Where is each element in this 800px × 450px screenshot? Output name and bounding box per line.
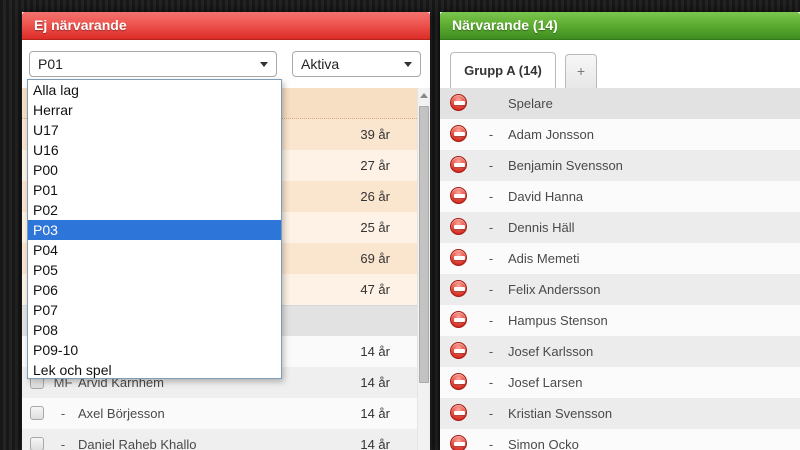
player-name: Benjamin Svensson	[508, 150, 623, 181]
team-select-value: P01	[38, 52, 63, 76]
present-panel-title: Närvarande (14)	[452, 17, 558, 33]
absent-panel-header: Ej närvarande	[22, 12, 430, 40]
absent-panel: Ej närvarande P01 Aktiva 39 år 27 år 26 …	[22, 12, 430, 450]
minus-icon[interactable]	[450, 218, 467, 235]
list-item[interactable]: - Kristian Svensson	[440, 398, 800, 429]
present-panel: Närvarande (14) Grupp A (14) + Spelare -…	[440, 12, 800, 450]
minus-icon[interactable]	[450, 404, 467, 421]
dropdown-option[interactable]: P08	[28, 320, 281, 340]
player-name: Hampus Stenson	[508, 305, 608, 336]
player-position: -	[484, 274, 498, 305]
player-name: Axel Börjesson	[78, 398, 165, 429]
chevron-down-icon	[404, 62, 412, 67]
age-value: 47 år	[360, 274, 390, 305]
status-select-value: Aktiva	[301, 52, 339, 76]
player-name: Felix Andersson	[508, 274, 601, 305]
age-value: 14 år	[360, 367, 390, 398]
player-name: David Hanna	[508, 181, 583, 212]
add-group-tab[interactable]: +	[565, 54, 597, 88]
table-row[interactable]: - Daniel Raheb Khallo 14 år	[22, 429, 417, 450]
player-position: -	[484, 367, 498, 398]
absent-panel-title: Ej närvarande	[34, 17, 127, 33]
minus-icon[interactable]	[450, 373, 467, 390]
dropdown-option[interactable]: P04	[28, 240, 281, 260]
present-list-header-label: Spelare	[508, 88, 553, 119]
list-item[interactable]: - David Hanna	[440, 181, 800, 212]
player-position: -	[484, 243, 498, 274]
age-value: 25 år	[360, 212, 390, 243]
age-value: 14 år	[360, 336, 390, 367]
player-name: Josef Karlsson	[508, 336, 593, 367]
list-item[interactable]: - Josef Karlsson	[440, 336, 800, 367]
dropdown-option[interactable]: P07	[28, 300, 281, 320]
player-name: Daniel Raheb Khallo	[78, 429, 197, 450]
minus-icon[interactable]	[450, 435, 467, 450]
status-filter-select[interactable]: Aktiva	[292, 51, 421, 77]
dropdown-option[interactable]: P02	[28, 200, 281, 220]
minus-icon[interactable]	[450, 187, 467, 204]
age-value: 39 år	[360, 119, 390, 150]
player-name: Josef Larsen	[508, 367, 582, 398]
player-position: -	[50, 398, 76, 429]
dropdown-option[interactable]: U16	[28, 140, 281, 160]
chevron-down-icon	[260, 62, 268, 67]
scroll-up-arrow-icon	[420, 93, 428, 98]
player-position: -	[484, 150, 498, 181]
player-name: Adis Memeti	[508, 243, 580, 274]
minus-icon[interactable]	[450, 280, 467, 297]
dropdown-option[interactable]: P01	[28, 180, 281, 200]
team-dropdown-list: Alla lag Herrar U17 U16 P00 P01 P02 P03 …	[27, 79, 282, 379]
team-select[interactable]: P01	[29, 51, 277, 77]
scrollbar-thumb[interactable]	[419, 106, 429, 383]
player-position: -	[484, 212, 498, 243]
player-position: -	[50, 429, 76, 450]
dropdown-option[interactable]: Lek och spel	[28, 360, 281, 380]
minus-icon[interactable]	[450, 342, 467, 359]
age-value: 27 år	[360, 150, 390, 181]
player-position: -	[484, 119, 498, 150]
list-item[interactable]: - Hampus Stenson	[440, 305, 800, 336]
present-panel-header: Närvarande (14)	[440, 12, 800, 40]
player-checkbox[interactable]	[30, 437, 44, 450]
tab-grupp-a[interactable]: Grupp A (14)	[450, 52, 556, 88]
minus-icon[interactable]	[450, 156, 467, 173]
age-value: 14 år	[360, 429, 390, 450]
list-item[interactable]: - Felix Andersson	[440, 274, 800, 305]
list-item[interactable]: - Simon Ocko	[440, 429, 800, 450]
minus-icon[interactable]	[450, 249, 467, 266]
scroll-up-button[interactable]	[418, 88, 430, 104]
player-name: Adam Jonsson	[508, 119, 594, 150]
minus-icon[interactable]	[450, 311, 467, 328]
list-item[interactable]: - Josef Larsen	[440, 367, 800, 398]
player-name: Dennis Häll	[508, 212, 574, 243]
list-item[interactable]: - Benjamin Svensson	[440, 150, 800, 181]
table-row[interactable]: - Axel Börjesson 14 år	[22, 398, 417, 429]
absent-list-scrollbar[interactable]	[417, 88, 430, 450]
dropdown-option[interactable]: Alla lag	[28, 80, 281, 100]
age-value: 14 år	[360, 398, 390, 429]
player-position: -	[484, 181, 498, 212]
list-item[interactable]: - Adam Jonsson	[440, 119, 800, 150]
player-position: -	[484, 305, 498, 336]
dropdown-option[interactable]: P06	[28, 280, 281, 300]
dropdown-option[interactable]: P00	[28, 160, 281, 180]
list-item[interactable]: - Adis Memeti	[440, 243, 800, 274]
age-value: 69 år	[360, 243, 390, 274]
dropdown-option-highlighted[interactable]: P03	[28, 220, 281, 240]
present-list-header-row: Spelare	[440, 88, 800, 119]
player-checkbox[interactable]	[30, 406, 44, 420]
player-position: -	[484, 398, 498, 429]
player-position: -	[484, 429, 498, 450]
minus-icon[interactable]	[450, 125, 467, 142]
player-name: Simon Ocko	[508, 429, 579, 450]
age-value: 26 år	[360, 181, 390, 212]
dropdown-option[interactable]: P09-10	[28, 340, 281, 360]
minus-icon[interactable]	[450, 94, 467, 111]
player-position: -	[484, 336, 498, 367]
list-item[interactable]: - Dennis Häll	[440, 212, 800, 243]
dropdown-option[interactable]: P05	[28, 260, 281, 280]
player-name: Kristian Svensson	[508, 398, 612, 429]
dropdown-option[interactable]: U17	[28, 120, 281, 140]
dropdown-option[interactable]: Herrar	[28, 100, 281, 120]
